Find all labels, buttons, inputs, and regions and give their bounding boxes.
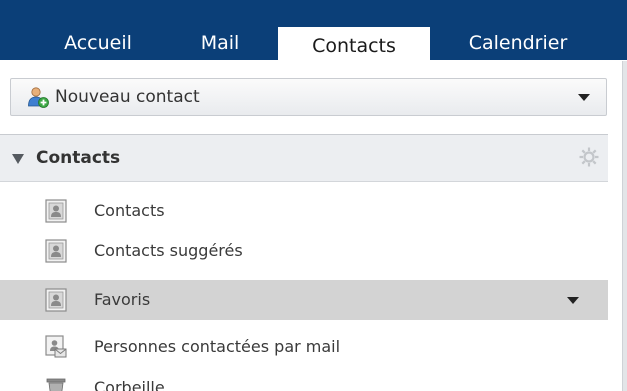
panel-title: Contacts <box>36 148 121 168</box>
person-add-icon <box>28 87 49 108</box>
new-contact-button[interactable]: Nouveau contact <box>10 78 607 116</box>
contact-card-icon <box>45 199 67 223</box>
contact-card-mail-icon <box>45 335 67 358</box>
collapse-triangle-icon[interactable] <box>12 154 24 164</box>
chevron-down-icon[interactable] <box>567 297 579 304</box>
tab-calendrier[interactable]: Calendrier <box>440 27 596 60</box>
list-item-label: Corbeille <box>94 378 165 391</box>
splitter[interactable] <box>622 61 627 391</box>
contacts-panel: Contacts Contacts Contacts suggérés Favo… <box>0 134 608 391</box>
top-navigation-bar: Accueil Mail Contacts Calendrier <box>0 0 627 61</box>
list-item-corbeille[interactable]: Corbeille <box>0 368 608 391</box>
list-item-contacts-suggeres[interactable]: Contacts suggérés <box>0 231 608 271</box>
list-item-contacts[interactable]: Contacts <box>0 191 608 231</box>
list-item-label: Contacts suggérés <box>94 241 243 260</box>
contact-card-icon <box>45 239 67 263</box>
new-contact-label: Nouveau contact <box>55 87 200 107</box>
list-item-favoris[interactable]: Favoris <box>0 280 608 320</box>
app-window: Accueil Mail Contacts Calendrier Nouveau… <box>0 0 627 391</box>
contacts-panel-header[interactable]: Contacts <box>0 135 608 182</box>
list-item-label: Favoris <box>94 290 151 309</box>
chevron-down-icon[interactable] <box>578 94 590 101</box>
tab-contacts[interactable]: Contacts <box>278 27 430 61</box>
trash-icon <box>46 378 66 391</box>
gear-icon[interactable] <box>578 146 600 168</box>
list-item-personnes-contactees[interactable]: Personnes contactées par mail <box>0 327 608 367</box>
toolbar: Nouveau contact <box>0 61 627 134</box>
list-item-label: Personnes contactées par mail <box>94 337 341 356</box>
tab-accueil[interactable]: Accueil <box>42 27 154 60</box>
list-item-label: Contacts <box>94 201 165 220</box>
contact-card-icon <box>45 288 67 312</box>
tab-mail[interactable]: Mail <box>180 27 260 60</box>
